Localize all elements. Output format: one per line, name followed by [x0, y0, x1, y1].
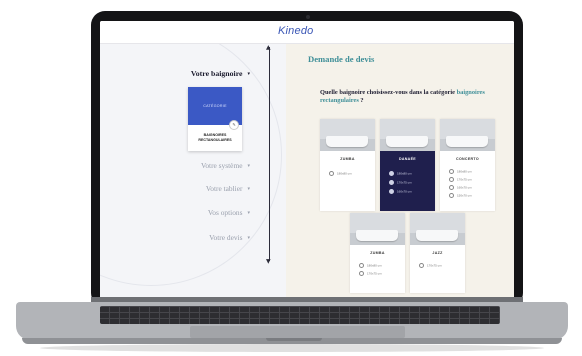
product-name: CONCERTO [456, 157, 479, 161]
stepper-line [269, 47, 270, 261]
product-name: DANAÉE [399, 157, 416, 161]
product-image [350, 213, 405, 245]
size-option[interactable]: 170x75 cm [449, 177, 472, 182]
keyboard [100, 306, 500, 324]
step-votre-devis[interactable]: Votre devis ▾ [100, 233, 250, 242]
question-prefix: Quelle baignoire choisissez-vous dans la… [320, 89, 455, 96]
kinedo-logo[interactable]: Kinedo [278, 25, 313, 37]
product-card-zumba[interactable]: ZUMBA 180x80 cm [320, 119, 375, 211]
chevron-down-icon: ▾ [247, 210, 250, 217]
product-card-jazz[interactable]: JAZZ 170x75 cm [410, 213, 465, 293]
product-card-zumba-2[interactable]: ZUMBA 180x80 cm 170x75 cm [350, 213, 405, 293]
product-image [440, 119, 495, 151]
chevron-down-icon: ▾ [247, 163, 250, 170]
size-option[interactable]: 160x70 cm [449, 185, 472, 190]
product-image [410, 213, 465, 245]
chevron-down-icon: ▾ [247, 186, 250, 193]
product-name: ZUMBA [340, 157, 355, 161]
size-option[interactable]: 170x75 cm [419, 263, 442, 268]
category-header-label: CATÉGORIE [203, 104, 227, 108]
trackpad [190, 326, 405, 338]
laptop-screen: Kinedo ▲ ▼ Votre baignoire▾ CATÉGORIE BA… [100, 21, 514, 299]
size-option[interactable]: 170x75 cm [389, 180, 412, 185]
chevron-down-icon: ▼ [266, 258, 271, 265]
webcam [306, 15, 310, 19]
product-card-concerto[interactable]: CONCERTO 180x80 cm 170x75 cm 160x70 cm 1… [440, 119, 495, 211]
product-image [380, 119, 435, 151]
size-option[interactable]: 180x80 cm [329, 171, 352, 176]
product-image [320, 119, 375, 151]
chevron-down-icon: ▾ [247, 71, 250, 78]
size-option[interactable]: 180x80 cm [359, 263, 382, 268]
category-card[interactable]: CATÉGORIE BAIGNOIRES RECTANGULAIRES ✎ [188, 87, 242, 151]
question-text: Quelle baignoire choisissez-vous dans la… [320, 89, 490, 105]
step-label: Votre baignoire [190, 69, 243, 78]
top-header: Kinedo [100, 21, 514, 44]
product-card-danaee[interactable]: DANAÉE 180x80 cm 170x75 cm 160x70 cm [380, 119, 435, 211]
chevron-down-icon: ▾ [247, 235, 250, 242]
size-option[interactable]: 180x80 cm [389, 171, 412, 176]
question-suffix: ? [358, 97, 364, 104]
step-label: Votre système [200, 161, 243, 170]
size-option[interactable]: 150x70 cm [449, 193, 472, 198]
product-name: ZUMBA [370, 251, 385, 255]
step-votre-systeme[interactable]: Votre système ▾ [100, 161, 250, 170]
size-option[interactable]: 170x75 cm [359, 271, 382, 276]
step-votre-tablier[interactable]: Votre tablier ▾ [100, 184, 250, 193]
step-sidebar [100, 44, 286, 299]
step-label: Vos options [207, 208, 243, 217]
laptop-shadow [40, 344, 544, 352]
step-label: Votre devis [209, 233, 243, 242]
step-vos-options[interactable]: Vos options ▾ [100, 208, 250, 217]
step-label: Votre tablier [205, 184, 243, 193]
size-option[interactable]: 160x70 cm [389, 189, 412, 194]
lid-notch [266, 338, 322, 341]
size-option[interactable]: 180x80 cm [449, 169, 472, 174]
product-name: JAZZ [432, 251, 443, 255]
pencil-icon[interactable]: ✎ [229, 120, 239, 130]
step-votre-baignoire[interactable]: Votre baignoire ▾ [100, 69, 250, 78]
page-title: Demande de devis [308, 54, 375, 64]
